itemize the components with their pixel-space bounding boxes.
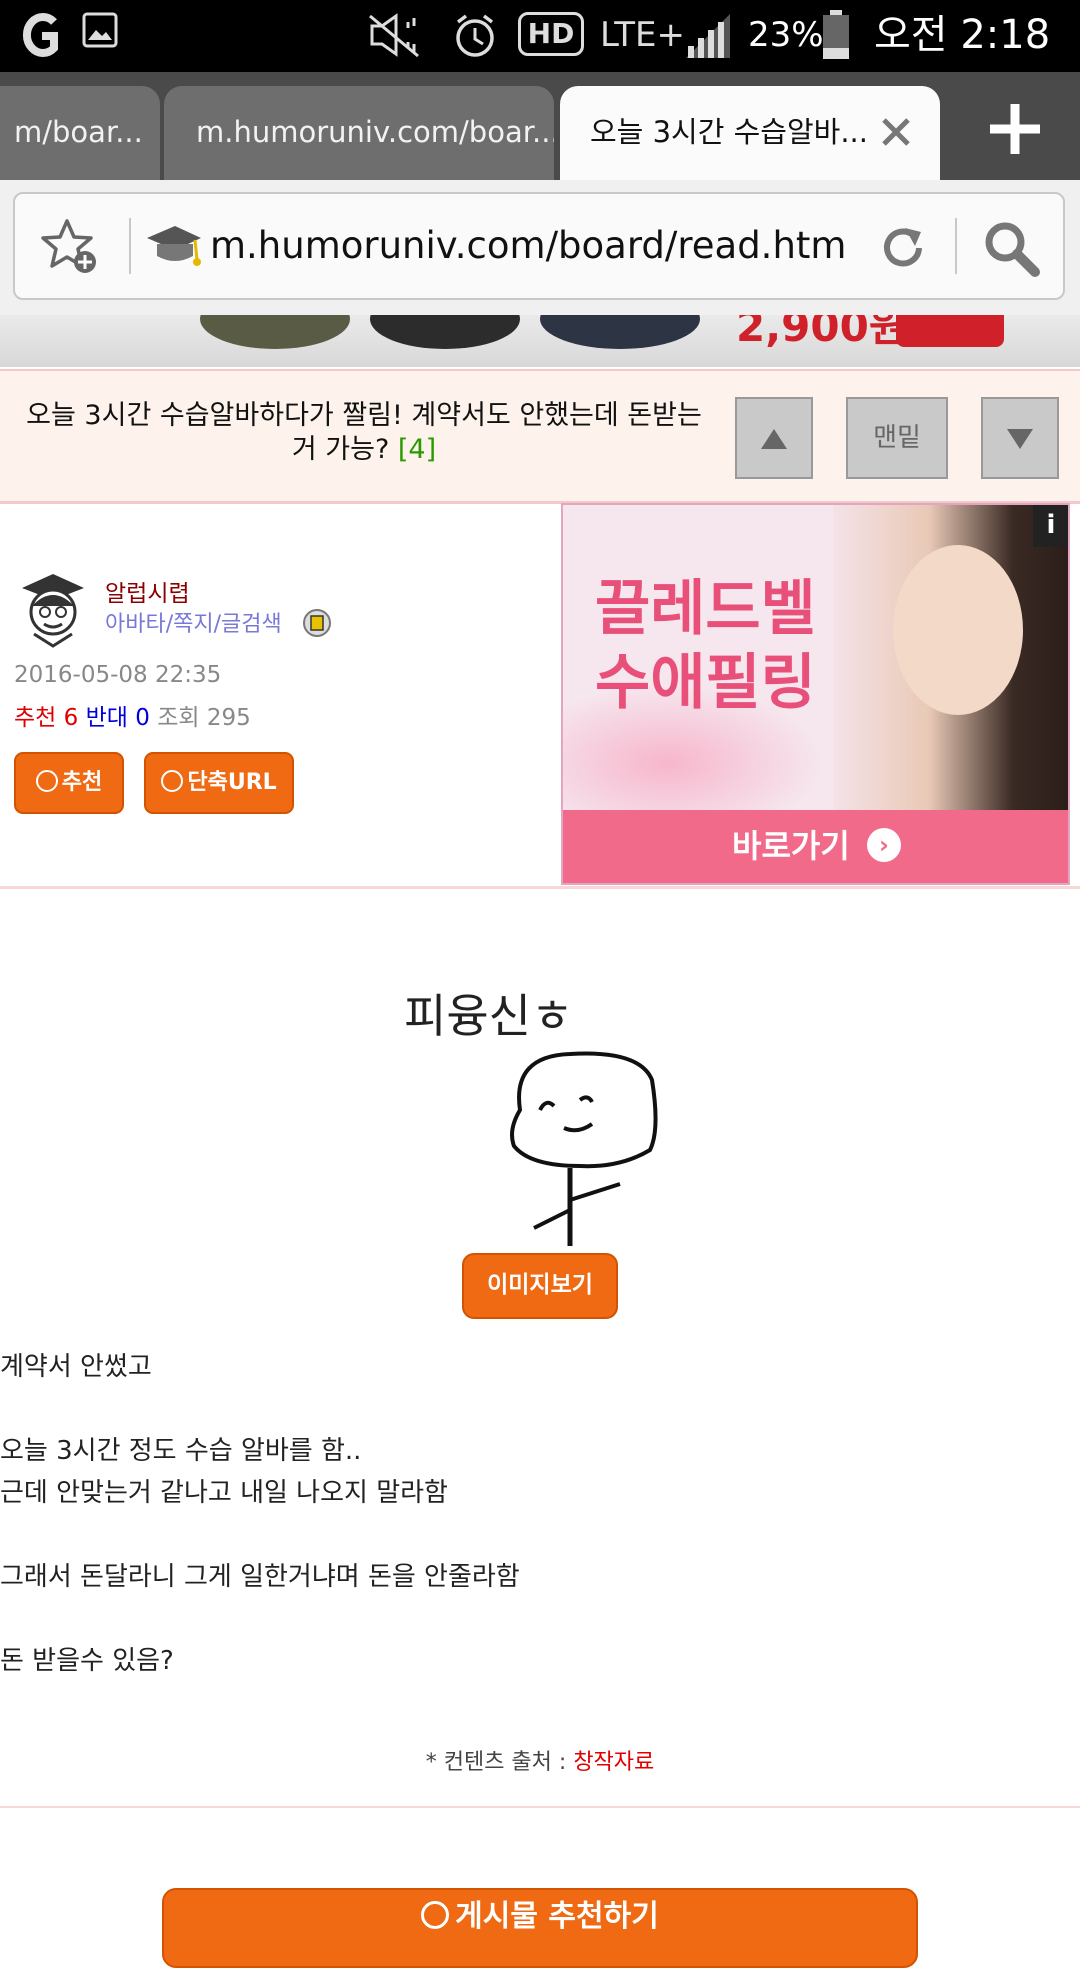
post-date: 2016-05-08 22:35 [14, 662, 222, 688]
content-source: * 컨텐츠 출처 : 창작자료 [0, 1744, 1080, 1776]
url-icon [161, 770, 184, 792]
model-face [893, 545, 1023, 715]
recommend-count: 6 [63, 705, 79, 731]
hd-badge: HD [518, 12, 584, 56]
body-line: 계약서 안썼고 [0, 1352, 152, 1382]
search-icon[interactable] [981, 218, 1041, 278]
carrier-logo-icon [22, 13, 58, 57]
view-image-button[interactable]: 이미지보기 [462, 1253, 618, 1319]
recommend-button[interactable]: 추천 [14, 752, 124, 814]
divider [0, 886, 1080, 889]
triangle-down-icon [1007, 429, 1033, 449]
divider [129, 218, 131, 274]
alarm-icon [456, 14, 494, 57]
tab-label: 오늘 3시간 수습알바... [590, 115, 868, 149]
ad-headline-1: 끌레드벨 [595, 574, 816, 644]
tab-2[interactable]: m.humoruniv.com/boar... [164, 86, 554, 180]
cap-image [200, 315, 350, 349]
recommend-icon [35, 770, 58, 792]
oppose-count: 0 [135, 705, 150, 731]
ad-price: 2,900원 [736, 315, 908, 351]
cap-image [540, 315, 700, 349]
ad-cta-label: 바로가기 [732, 827, 850, 865]
recommend-post-label: 게시물 추천하기 [455, 1899, 659, 1934]
ad-headline-2: 수애필링 [595, 648, 816, 718]
url-text[interactable]: m.humoruniv.com/board/read.html?t [210, 224, 850, 268]
recommend-post-button[interactable]: 게시물 추천하기 [162, 1888, 918, 1968]
body-line: 근데 안맞는거 같나고 내일 나오지 말라함 [0, 1478, 448, 1508]
body-line: 그래서 돈달라니 그게 일한거냐며 돈을 안줄라함 [0, 1562, 520, 1592]
cap-image [370, 315, 520, 349]
mute-icon [369, 13, 419, 58]
recommend-button-label: 추천 [61, 770, 103, 795]
post-stats: 추천 6 반대 0 조회 295 [14, 698, 251, 732]
tab-active[interactable]: 오늘 3시간 수습알바... [560, 86, 940, 180]
post-title: 오늘 3시간 수습알바하다가 짤림! 계약서도 안했는데 돈받는거 가능? [4… [14, 399, 714, 467]
bookmark-add-icon[interactable] [41, 218, 101, 276]
signal-icon [686, 14, 730, 58]
source-label: * 컨텐츠 출처 : [425, 1750, 567, 1775]
new-tab-icon[interactable] [986, 100, 1044, 158]
address-bar[interactable]: m.humoruniv.com/board/read.html?t [13, 192, 1065, 300]
oppose-label: 반대 [85, 705, 128, 731]
ad-badge [896, 315, 1004, 347]
short-url-button[interactable]: 단축URL [144, 752, 294, 814]
top-ad-banner[interactable]: 2,900원 [0, 315, 1080, 367]
gallery-icon [82, 12, 118, 48]
recommend-label: 추천 [14, 705, 57, 731]
side-ad[interactable]: 끌레드벨 수애필링 i 바로가기 › [561, 503, 1070, 885]
level-badge-icon [303, 609, 331, 637]
author-links[interactable]: 아바타/쪽지/글검색 [105, 606, 282, 638]
body-line: 돈 받을수 있음? [0, 1646, 174, 1676]
divider [955, 218, 957, 274]
avatar[interactable] [16, 568, 90, 648]
comment-count[interactable]: [4] [398, 434, 436, 465]
tab-1[interactable]: m/boar... [0, 86, 160, 180]
source-value[interactable]: 창작자료 [573, 1750, 654, 1775]
recommend-icon [421, 1901, 450, 1929]
triangle-up-icon [761, 429, 787, 449]
address-bar-area: m.humoruniv.com/board/read.html?t [0, 180, 1080, 315]
views-count: 295 [206, 705, 251, 731]
post-title-text: 오늘 3시간 수습알바하다가 짤림! 계약서도 안했는데 돈받는거 가능? [26, 400, 702, 465]
tab-label: m.humoruniv.com/boar... [196, 115, 554, 149]
tab-bar: m/boar... m.humoruniv.com/boar... 오늘 3시간… [0, 72, 1080, 180]
clock: 오전 2:18 [874, 12, 1051, 58]
author-name[interactable]: 알럽시렵 [105, 574, 190, 608]
close-tab-icon[interactable] [878, 114, 914, 150]
network-type: LTE+ [600, 15, 685, 55]
drawing-image[interactable] [500, 1050, 670, 1250]
site-favicon-icon [147, 226, 201, 266]
image-caption: 피융신ㅎ [404, 989, 574, 1043]
author-info: 알럽시렵 아바타/쪽지/글검색 2016-05-08 22:35 추천 6 반대… [0, 502, 560, 887]
views-label: 조회 [157, 705, 200, 731]
battery-icon [823, 10, 849, 59]
divider [0, 1806, 1080, 1808]
ad-cta-button[interactable]: 바로가기 › [563, 810, 1068, 883]
body-line: 오늘 3시간 정도 수습 알바를 함.. [0, 1436, 362, 1466]
tab-label: m/boar... [14, 115, 143, 149]
scroll-top-button[interactable] [735, 397, 813, 479]
ad-info-icon[interactable]: i [1033, 505, 1068, 547]
short-url-label: 단축URL [187, 770, 277, 795]
reload-icon[interactable] [877, 222, 929, 274]
status-bar: HD LTE+ 23% 오전 2:18 [0, 0, 1080, 72]
post-title-bar: 오늘 3시간 수습알바하다가 짤림! 계약서도 안했는데 돈받는거 가능? [4… [0, 369, 1080, 504]
go-bottom-button[interactable]: 맨밑 [846, 397, 948, 479]
chevron-right-icon: › [866, 828, 901, 862]
battery-percent: 23% [748, 15, 824, 55]
scroll-down-button[interactable] [981, 397, 1059, 479]
